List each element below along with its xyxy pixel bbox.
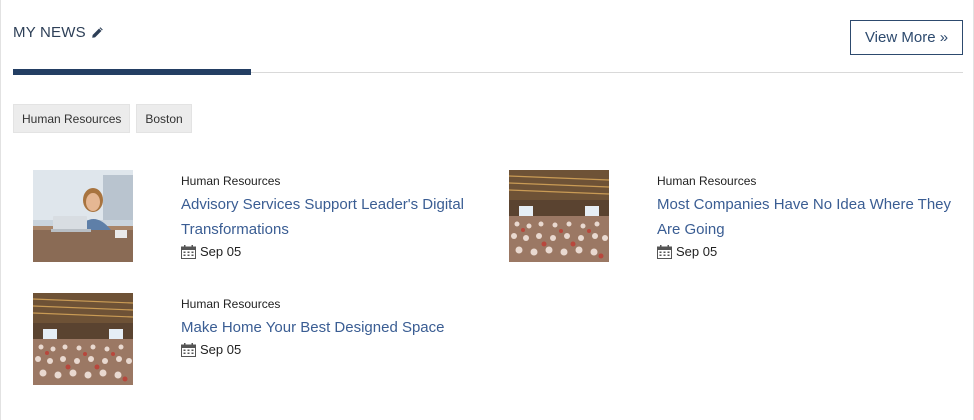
- news-widget: MY NEWS View More » Human Resources Bost…: [0, 0, 974, 420]
- calendar-icon: [181, 342, 196, 357]
- calendar-icon: [181, 244, 196, 259]
- news-thumbnail[interactable]: [509, 170, 609, 262]
- header-accent-bar: [13, 69, 251, 75]
- filter-chips: Human Resources Boston: [13, 104, 192, 133]
- news-category: Human Resources: [657, 174, 757, 188]
- news-headline-link[interactable]: Most Companies Have No Idea Where They A…: [657, 192, 957, 242]
- news-category: Human Resources: [181, 297, 281, 311]
- pencil-icon[interactable]: [91, 26, 104, 39]
- news-headline-link[interactable]: Advisory Services Support Leader's Digit…: [181, 192, 481, 242]
- news-item: Human Resources Make Home Your Best Desi…: [33, 293, 473, 385]
- news-item: Human Resources Most Companies Have No I…: [509, 170, 951, 262]
- news-meta: Human Resources Advisory Services Suppor…: [181, 174, 481, 259]
- news-date: Sep 05: [181, 244, 481, 259]
- news-category: Human Resources: [181, 174, 281, 188]
- news-date-text: Sep 05: [200, 342, 242, 357]
- news-item: Human Resources Advisory Services Suppor…: [33, 170, 473, 262]
- calendar-icon: [657, 244, 672, 259]
- news-date: Sep 05: [657, 244, 957, 259]
- news-date: Sep 05: [181, 342, 481, 357]
- news-headline-link[interactable]: Make Home Your Best Designed Space: [181, 315, 481, 340]
- news-meta: Human Resources Make Home Your Best Desi…: [181, 297, 481, 357]
- filter-chip-human-resources[interactable]: Human Resources: [13, 104, 131, 133]
- news-meta: Human Resources Most Companies Have No I…: [657, 174, 957, 259]
- view-more-button[interactable]: View More »: [850, 20, 963, 55]
- widget-header: MY NEWS View More »: [13, 0, 965, 80]
- widget-title-text: MY NEWS: [13, 24, 86, 41]
- filter-chip-boston[interactable]: Boston: [136, 104, 192, 133]
- news-date-text: Sep 05: [200, 244, 242, 259]
- news-thumbnail[interactable]: [33, 293, 133, 385]
- widget-title: MY NEWS: [13, 24, 104, 41]
- news-thumbnail[interactable]: [33, 170, 133, 262]
- news-date-text: Sep 05: [676, 244, 718, 259]
